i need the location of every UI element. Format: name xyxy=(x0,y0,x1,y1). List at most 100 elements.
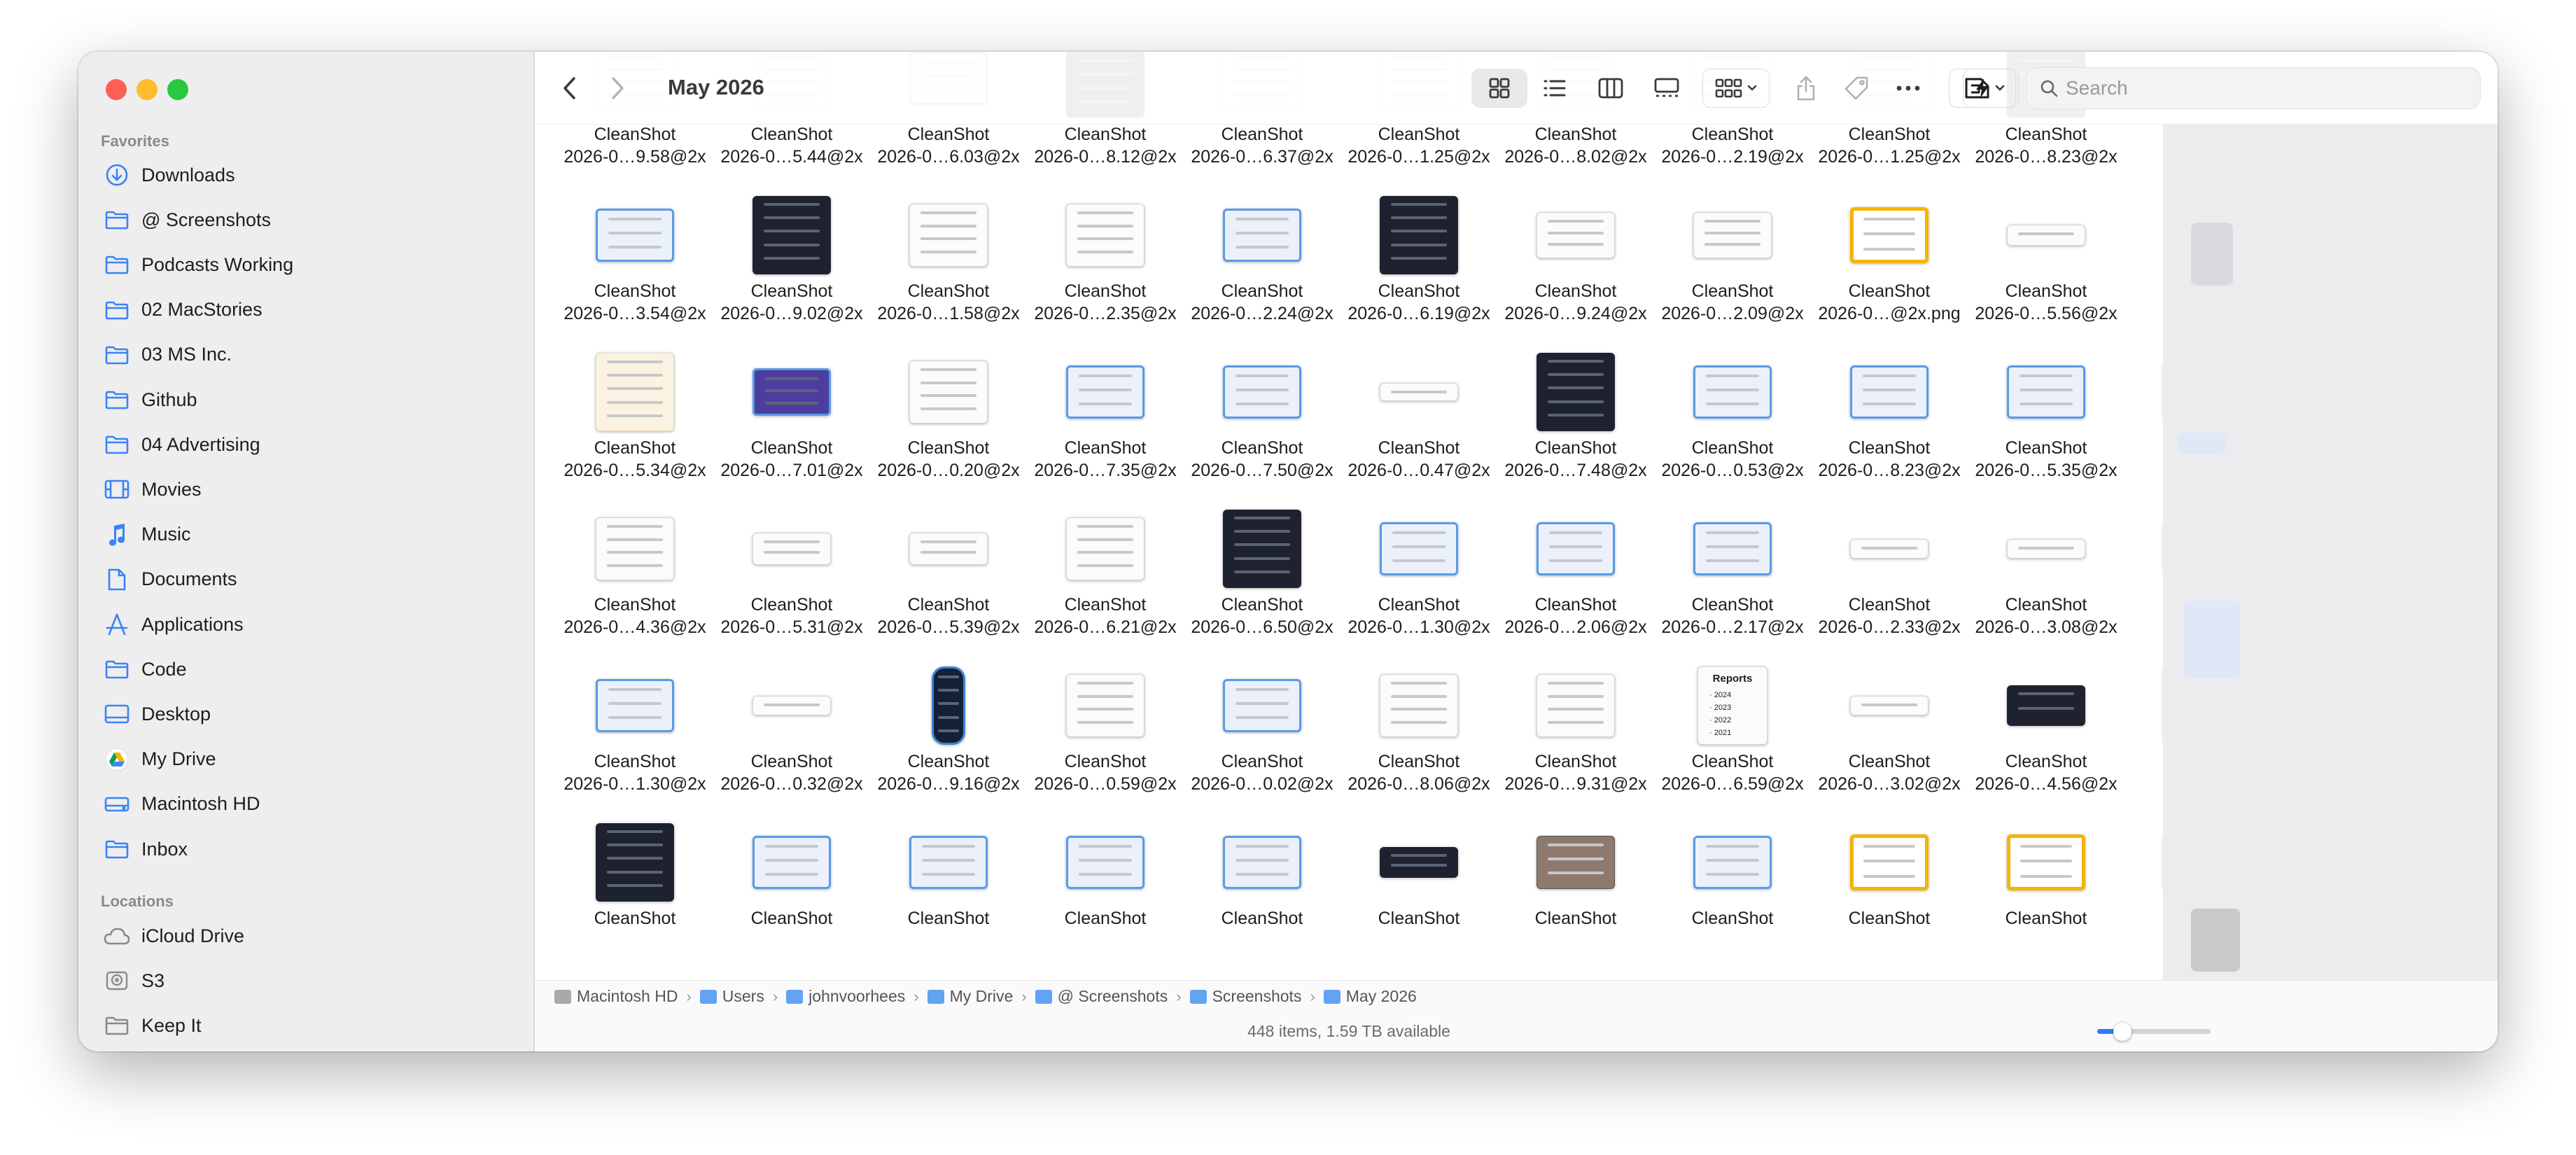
file-item[interactable]: CleanShot 2026-0…7.48@2x xyxy=(1497,353,1654,507)
file-item[interactable]: CleanShot 2026-0…9.02@2x xyxy=(713,196,870,350)
list-view-button[interactable] xyxy=(1530,69,1579,108)
path-crumb-users[interactable]: Users › xyxy=(699,987,786,1006)
sidebar-item-music[interactable]: Music xyxy=(95,515,515,554)
file-item[interactable]: CleanShot 2026-0…2.09@2x xyxy=(1654,196,1811,350)
file-item[interactable]: C2026 xyxy=(2124,196,2163,350)
file-item[interactable]: CleanShot 2026-0…8.23@2x xyxy=(1811,353,1968,507)
share-button[interactable] xyxy=(1785,69,1827,108)
tags-button[interactable] xyxy=(1835,69,1877,108)
file-item[interactable]: CleanShot xyxy=(1811,823,1968,977)
group-by-button[interactable] xyxy=(1702,69,1770,108)
file-item[interactable]: CleanShot 2026-0…2.17@2x xyxy=(1654,510,1811,664)
sidebar-item-movies[interactable]: Movies xyxy=(95,470,515,509)
file-item[interactable]: CleanShot xyxy=(713,823,870,977)
file-item[interactable]: CleanShot 2026-0…5.39@2x xyxy=(870,510,1027,664)
more-actions-button[interactable] xyxy=(1887,69,1929,108)
file-item[interactable]: C2026 xyxy=(2124,666,2163,820)
file-item[interactable]: CleanShot xyxy=(1184,823,1340,977)
sidebar-item-icloud-drive[interactable]: iCloud Drive xyxy=(95,916,515,955)
sidebar-item-applications[interactable]: Applications xyxy=(95,605,515,644)
file-item[interactable]: CleanShot 2026-0…6.21@2x xyxy=(1027,510,1184,664)
close-window-button[interactable] xyxy=(106,79,127,100)
icon-size-slider-knob[interactable] xyxy=(2113,1023,2132,1041)
file-item[interactable]: CleanShot 2026-0…1.30@2x xyxy=(556,666,713,820)
file-item[interactable]: CleanShot xyxy=(1497,823,1654,977)
file-item[interactable]: CleanShot 2026-0…0.47@2x xyxy=(1340,353,1497,507)
file-item[interactable]: CleanShot 2026-0…5.56@2x xyxy=(1968,196,2124,350)
sidebar-item-03-ms-inc[interactable]: 03 MS Inc. xyxy=(95,335,515,374)
file-item[interactable]: CleanShot 2026-0…2.24@2x xyxy=(1184,196,1340,350)
file-item[interactable]: CleanShot 2026-0…0.53@2x xyxy=(1654,353,1811,507)
sidebar-item-code[interactable]: Code xyxy=(95,650,515,689)
file-item[interactable]: CleanShot 2026-0…2.06@2x xyxy=(1497,510,1654,664)
file-item[interactable]: CleanShot xyxy=(870,823,1027,977)
file-item[interactable]: CleanShot 2026-0…@2x.png xyxy=(1811,196,1968,350)
sidebar-item-02-macstories[interactable]: 02 MacStories xyxy=(95,290,515,330)
file-item[interactable]: CleanShot 2026-0…7.35@2x xyxy=(1027,353,1184,507)
path-crumb-johnvoorhees[interactable]: johnvoorhees › xyxy=(786,987,927,1006)
file-item[interactable]: CleanShot 2026-0…3.54@2x xyxy=(556,196,713,350)
icon-size-slider[interactable] xyxy=(2097,1023,2211,1041)
sidebar-item-downloads[interactable]: Downloads xyxy=(95,155,515,195)
sidebar-item-github[interactable]: Github xyxy=(95,380,515,419)
sidebar-item-my-drive[interactable]: My Drive xyxy=(95,740,515,779)
file-item[interactable]: CleanShot 2026-0…0.02@2x xyxy=(1184,666,1340,820)
file-item[interactable]: CleanShot 2026-0…4.36@2x xyxy=(556,510,713,664)
file-item[interactable]: CleanShot 2026-0…2.33@2x xyxy=(1811,510,1968,664)
minimize-window-button[interactable] xyxy=(136,79,158,100)
sidebar-item-screenshots[interactable]: @ Screenshots xyxy=(95,200,515,239)
sidebar-item-04-advertising[interactable]: 04 Advertising xyxy=(95,425,515,464)
back-button[interactable] xyxy=(549,69,591,108)
sidebar-item-s3[interactable]: S3 xyxy=(95,961,515,1000)
search-field[interactable]: Search xyxy=(2026,67,2481,109)
file-item[interactable]: CleanShot xyxy=(556,823,713,977)
file-item[interactable]: CleanShot 2026-0…1.30@2x xyxy=(1340,510,1497,664)
file-item[interactable]: CleanShot xyxy=(1340,823,1497,977)
file-item[interactable]: CleanShot 2026-0…7.01@2x xyxy=(713,353,870,507)
column-view-button[interactable] xyxy=(1586,69,1635,108)
file-item[interactable]: CleanShot 2026-0…9.31@2x xyxy=(1497,666,1654,820)
file-item[interactable]: Reports · 2024 · 2023 · 2022 · 2021 CleanShot… xyxy=(1654,666,1811,820)
document-icon xyxy=(102,565,132,594)
file-item[interactable]: CleanShot 2026-0…2.35@2x xyxy=(1027,196,1184,350)
forward-button[interactable] xyxy=(596,69,638,108)
file-item[interactable]: C2026 xyxy=(2124,510,2163,664)
path-crumb-macintosh-hd[interactable]: Macintosh HD › xyxy=(554,987,700,1006)
file-item[interactable]: CleanShot 2026-0…0.32@2x xyxy=(713,666,870,820)
file-item[interactable]: CleanShot xyxy=(1027,823,1184,977)
icon-view-button[interactable] xyxy=(1471,69,1527,108)
file-item[interactable]: CleanShot 2026-0…0.20@2x xyxy=(870,353,1027,507)
file-item[interactable] xyxy=(2124,823,2163,977)
path-crumb-screenshots[interactable]: Screenshots › xyxy=(1189,987,1324,1006)
file-item[interactable]: CleanShot 2026-0…3.08@2x xyxy=(1968,510,2124,664)
sidebar-item-desktop[interactable]: Desktop xyxy=(95,694,515,734)
file-item[interactable]: CleanShot 2026-0…5.34@2x xyxy=(556,353,713,507)
path-crumb-may-2026[interactable]: May 2026 xyxy=(1323,987,1417,1006)
file-item[interactable]: CleanShot 2026-0…3.02@2x xyxy=(1811,666,1968,820)
file-item[interactable]: CleanShot 2026-0…0.59@2x xyxy=(1027,666,1184,820)
file-item[interactable]: CleanShot xyxy=(1654,823,1811,977)
sidebar-item-podcasts-working[interactable]: Podcasts Working xyxy=(95,245,515,284)
file-item[interactable]: CleanShot 2026-0…1.58@2x xyxy=(870,196,1027,350)
file-item[interactable]: CleanShot 2026-0…8.06@2x xyxy=(1340,666,1497,820)
file-item[interactable]: CleanShot 2026-0…9.16@2x xyxy=(870,666,1027,820)
gallery-view-button[interactable] xyxy=(1642,69,1691,108)
file-item[interactable]: CleanShot 2026-0…5.35@2x xyxy=(1968,353,2124,507)
file-item[interactable]: CleanShot 2026-0…6.19@2x xyxy=(1340,196,1497,350)
file-item[interactable]: CleanShot 2026-0…9.24@2x xyxy=(1497,196,1654,350)
quick-actions-button[interactable] xyxy=(1963,69,2016,108)
file-grid[interactable]: CleanShot 2026-0…9.58@2x CleanShot 2026-0…5… xyxy=(535,52,2163,980)
file-item[interactable]: CleanShot 2026-0…6.50@2x xyxy=(1184,510,1340,664)
file-item[interactable]: CleanShot xyxy=(1968,823,2124,977)
sidebar-item-documents[interactable]: Documents xyxy=(95,560,515,599)
sidebar-item-inbox[interactable]: Inbox xyxy=(95,830,515,869)
file-item[interactable]: CleanShot 2026-0…4.56@2x xyxy=(1968,666,2124,820)
zoom-window-button[interactable] xyxy=(167,79,188,100)
path-crumb-my-drive[interactable]: My Drive › xyxy=(927,987,1035,1006)
path-crumb-screenshots[interactable]: @ Screenshots › xyxy=(1035,987,1190,1006)
sidebar-item-macintosh-hd[interactable]: Macintosh HD xyxy=(95,785,515,824)
sidebar-item-keep-it[interactable]: Keep It xyxy=(95,1006,515,1045)
file-item[interactable]: C2026 xyxy=(2124,353,2163,507)
file-item[interactable]: CleanShot 2026-0…7.50@2x xyxy=(1184,353,1340,507)
file-item[interactable]: CleanShot 2026-0…5.31@2x xyxy=(713,510,870,664)
